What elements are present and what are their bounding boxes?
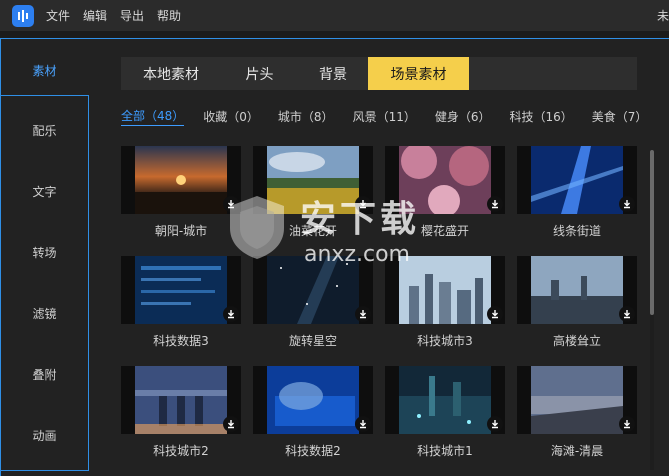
filter-favorites[interactable]: 收藏（0） <box>203 108 259 125</box>
material-card[interactable]: 科技数据2 <box>253 366 373 470</box>
card-title: 线条街道 <box>552 224 601 238</box>
watermark-url: anxz.com <box>304 242 410 267</box>
tab-intro[interactable]: 片头 <box>221 57 298 90</box>
nav-item-filter[interactable]: 滤镜 <box>1 289 88 337</box>
grid-scrollbar[interactable] <box>650 150 654 470</box>
nav-bottom-divider <box>0 470 89 471</box>
filter-city[interactable]: 城市（8） <box>278 108 334 125</box>
nav-item-text[interactable]: 文字 <box>1 167 88 215</box>
nav-item-music[interactable]: 配乐 <box>1 106 88 154</box>
filter-scenery[interactable]: 风景（11） <box>353 108 416 125</box>
material-card[interactable]: 线条街道 <box>517 146 637 250</box>
download-icon[interactable] <box>487 196 503 212</box>
thumbnail-skyline <box>517 256 637 324</box>
download-icon[interactable] <box>355 416 371 432</box>
nav-divider <box>0 95 89 96</box>
tab-background[interactable]: 背景 <box>298 57 368 90</box>
card-title: 科技城市2 <box>153 444 209 458</box>
menu-help[interactable]: 帮助 <box>157 7 181 24</box>
card-title: 科技城市3 <box>417 334 473 348</box>
tab-scene-material[interactable]: 场景素材 <box>368 57 469 90</box>
material-tabs: 本地素材 片头 背景 场景素材 <box>121 57 637 90</box>
category-filters: 全部（48） 收藏（0） 城市（8） 风景（11） 健身（6） 科技（16） 美… <box>121 106 666 126</box>
download-icon[interactable] <box>487 306 503 322</box>
app-logo-icon <box>12 4 34 27</box>
nav-item-material[interactable]: 素材 <box>1 46 88 94</box>
tab-local-material[interactable]: 本地素材 <box>121 57 221 90</box>
download-icon[interactable] <box>619 306 635 322</box>
card-title: 科技城市1 <box>417 444 473 458</box>
card-title: 高楼耸立 <box>552 334 601 348</box>
window-title-fragment: 未 <box>656 9 669 23</box>
download-icon[interactable] <box>223 416 239 432</box>
material-card[interactable]: 科技城市2 <box>121 366 241 470</box>
card-title: 海滩-清晨 <box>550 444 604 458</box>
filter-all[interactable]: 全部（48） <box>121 107 185 126</box>
thumbnail-keyboard <box>253 366 373 434</box>
content-divider <box>88 96 89 471</box>
thumbnail-lines <box>517 146 637 214</box>
download-icon[interactable] <box>487 416 503 432</box>
download-icon[interactable] <box>355 306 371 322</box>
watermark: 安下载 anxz.com <box>222 188 447 278</box>
scrollbar-thumb[interactable] <box>650 150 654 315</box>
nav-item-overlay[interactable]: 叠附 <box>1 350 88 398</box>
material-card[interactable]: 高楼耸立 <box>517 256 637 360</box>
filter-tech[interactable]: 科技（16） <box>509 108 572 125</box>
nav-item-animation[interactable]: 动画 <box>1 411 88 459</box>
material-card[interactable]: 海滩-清晨 <box>517 366 637 470</box>
download-icon[interactable] <box>619 196 635 212</box>
thumbnail-marina <box>121 366 241 434</box>
card-title: 科技数据2 <box>285 444 341 458</box>
watermark-shield-icon <box>230 196 284 259</box>
menu-edit[interactable]: 编辑 <box>83 7 107 24</box>
download-icon[interactable] <box>223 306 239 322</box>
thumbnail-city-night <box>385 366 505 434</box>
thumbnail-beach <box>517 366 637 434</box>
side-nav: 素材 配乐 文字 转场 滤镜 叠附 动画 <box>0 38 88 476</box>
card-title: 科技数据3 <box>153 334 209 348</box>
card-title: 旋转星空 <box>288 334 337 348</box>
filter-food[interactable]: 美食（7） <box>592 108 648 125</box>
watermark-title: 安下载 <box>300 199 421 240</box>
menu-export[interactable]: 导出 <box>120 7 144 24</box>
download-icon[interactable] <box>619 416 635 432</box>
menu-file[interactable]: 文件 <box>46 7 70 24</box>
title-bar: 文件 编辑 导出 帮助 未 <box>0 0 669 31</box>
filter-fitness[interactable]: 健身（6） <box>435 108 491 125</box>
nav-item-transition[interactable]: 转场 <box>1 228 88 276</box>
material-card[interactable]: 科技城市1 <box>385 366 505 470</box>
